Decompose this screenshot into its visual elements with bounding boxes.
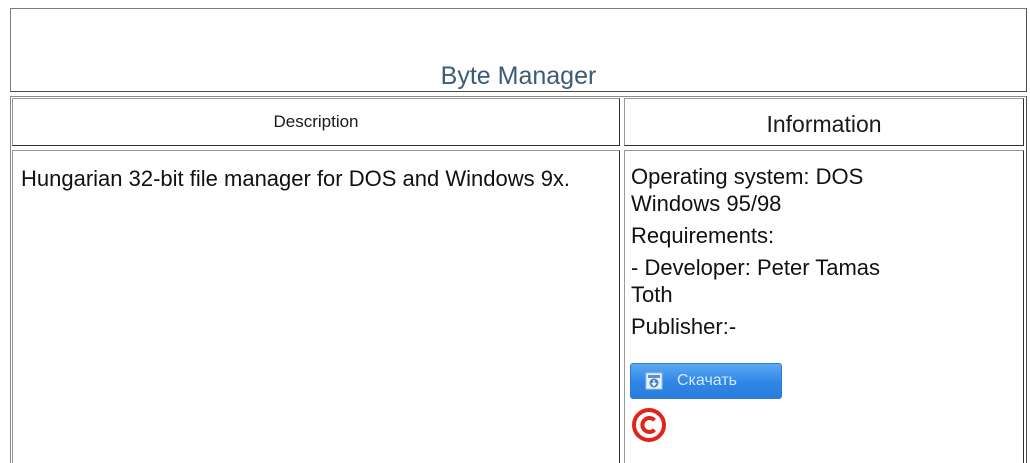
os-line-1: Operating system: DOS (631, 164, 864, 189)
publisher-line: Publisher:- (631, 314, 737, 339)
information-list: Operating system: DOS Windows 95/98 Requ… (631, 163, 1011, 340)
description-text: Hungarian 32-bit file manager for DOS an… (21, 166, 571, 191)
download-button[interactable]: Скачать (630, 363, 782, 399)
download-icon (645, 372, 663, 390)
developer-line-2: Toth (631, 282, 673, 307)
title-box: Byte Manager (10, 8, 1027, 92)
information-cell: Operating system: DOS Windows 95/98 Requ… (624, 150, 1024, 463)
copyright-icon (631, 407, 667, 443)
os-line-2: Windows 95/98 (631, 191, 782, 216)
description-header-cell: Description (12, 98, 620, 146)
download-label: Скачать (677, 372, 737, 389)
developer-line-1: - Developer: Peter Tamas (631, 255, 881, 280)
description-header: Description (273, 112, 359, 131)
page: Byte Manager Description Information Hun… (0, 0, 1030, 463)
information-header: Information (766, 111, 882, 137)
information-header-cell: Information (624, 98, 1024, 146)
description-cell: Hungarian 32-bit file manager for DOS an… (12, 150, 620, 463)
page-title: Byte Manager (440, 62, 597, 90)
requirements-line: Requirements: (631, 223, 775, 248)
